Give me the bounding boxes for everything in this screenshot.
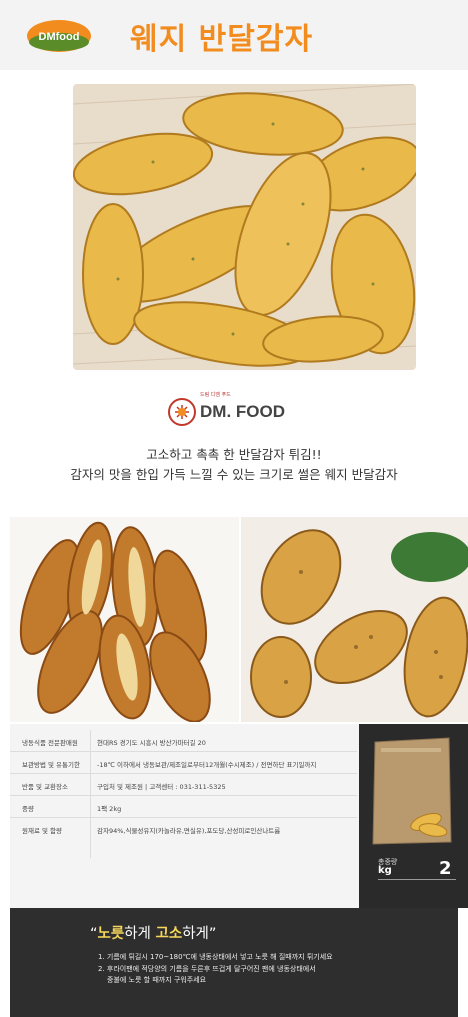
package-weight: 2 bbox=[439, 858, 452, 879]
divider bbox=[378, 879, 456, 880]
header: DMfood 웨지 반달감자 bbox=[0, 0, 468, 70]
info-value: 구입처 및 제조원 | 고객센터 : 031-311-5325 bbox=[97, 783, 226, 791]
tagline-1: 고소하고 촉촉 한 반달감자 튀김!! bbox=[146, 447, 322, 462]
cooking-step-1: 1. 기름에 튀길시 170~180℃에 냉동상태에서 넣고 노릇 해 질때까지… bbox=[98, 953, 333, 961]
info-key: 원재료 및 함량 bbox=[22, 827, 63, 835]
info-key: 중량 bbox=[22, 805, 34, 813]
info-value: -18℃ 이하에서 냉동보관/제조일로부터12개월(수시제조) / 전면하단 표… bbox=[97, 761, 317, 769]
brand-subtext: 드림 디엠 푸드 bbox=[200, 392, 231, 398]
package-bag-image bbox=[372, 737, 452, 845]
info-row-returns: 반품 및 교환장소 구입처 및 제조원 | 고객센터 : 031-311-532… bbox=[10, 774, 357, 796]
brand-emblem-icon bbox=[168, 398, 196, 426]
info-row-ingredients: 원재료 및 함량 감자94%,식물성유지(카놀라유,면실유),포도당,산성피로인… bbox=[10, 818, 357, 858]
dmfood-logo: DMfood bbox=[27, 20, 91, 52]
cooking-instructions: “노릇하게 고소하게” 1. 기름에 튀길시 170~180℃에 냉동상태에서 … bbox=[10, 908, 458, 1017]
product-info: 냉동식품 전문판매원 현대RS 경기도 시흥시 방산가마터길 20 보관방법 및… bbox=[10, 724, 468, 908]
hero-potato-image bbox=[73, 84, 416, 370]
info-table: 냉동식품 전문판매원 현대RS 경기도 시흥시 방산가마터길 20 보관방법 및… bbox=[10, 724, 357, 908]
info-row-storage: 보관방법 및 유통기한 -18℃ 이하에서 냉동보관/제조일로부터12개월(수시… bbox=[10, 752, 357, 774]
cooking-step-2-cont: 중불에 노릇 할 때까지 구워주세요 bbox=[107, 976, 207, 984]
page-title: 웨지 반달감자 bbox=[130, 22, 314, 57]
package-panel: 총중량 kg 2 bbox=[359, 724, 468, 908]
brand-logo: 드림 디엠 푸드 DM. FOOD bbox=[168, 392, 308, 426]
brand-name: DM. FOOD bbox=[200, 402, 285, 421]
seasoned-wedges-photo bbox=[10, 517, 239, 722]
info-key: 반품 및 교환장소 bbox=[22, 783, 68, 791]
info-row-seller: 냉동식품 전문판매원 현대RS 경기도 시흥시 방산가마터길 20 bbox=[10, 730, 357, 752]
info-value: 현대RS 경기도 시흥시 방산가마터길 20 bbox=[97, 739, 206, 747]
crispy-wedges-photo bbox=[241, 517, 468, 722]
svg-text:DMfood: DMfood bbox=[39, 31, 80, 43]
cooking-quote: “노릇하게 고소하게” bbox=[90, 926, 217, 942]
tagline-2: 감자의 맛을 한입 가득 느낄 수 있는 크기로 썰은 웨지 반달감자 bbox=[70, 467, 398, 482]
info-key: 냉동식품 전문판매원 bbox=[22, 739, 78, 747]
cooking-step-2: 2. 후라이팬에 적당양의 기름을 두른후 뜨겁게 달구어진 팬에 냉동상태에서 bbox=[98, 965, 316, 973]
info-value: 감자94%,식물성유지(카놀라유,면실유),포도당,산성피로인산나트륨 bbox=[97, 827, 281, 835]
info-key: 보관방법 및 유통기한 bbox=[22, 761, 80, 769]
info-value: 1팩 2kg bbox=[97, 805, 122, 813]
package-unit: kg bbox=[378, 865, 392, 876]
info-row-weight: 중량 1팩 2kg bbox=[10, 796, 357, 818]
